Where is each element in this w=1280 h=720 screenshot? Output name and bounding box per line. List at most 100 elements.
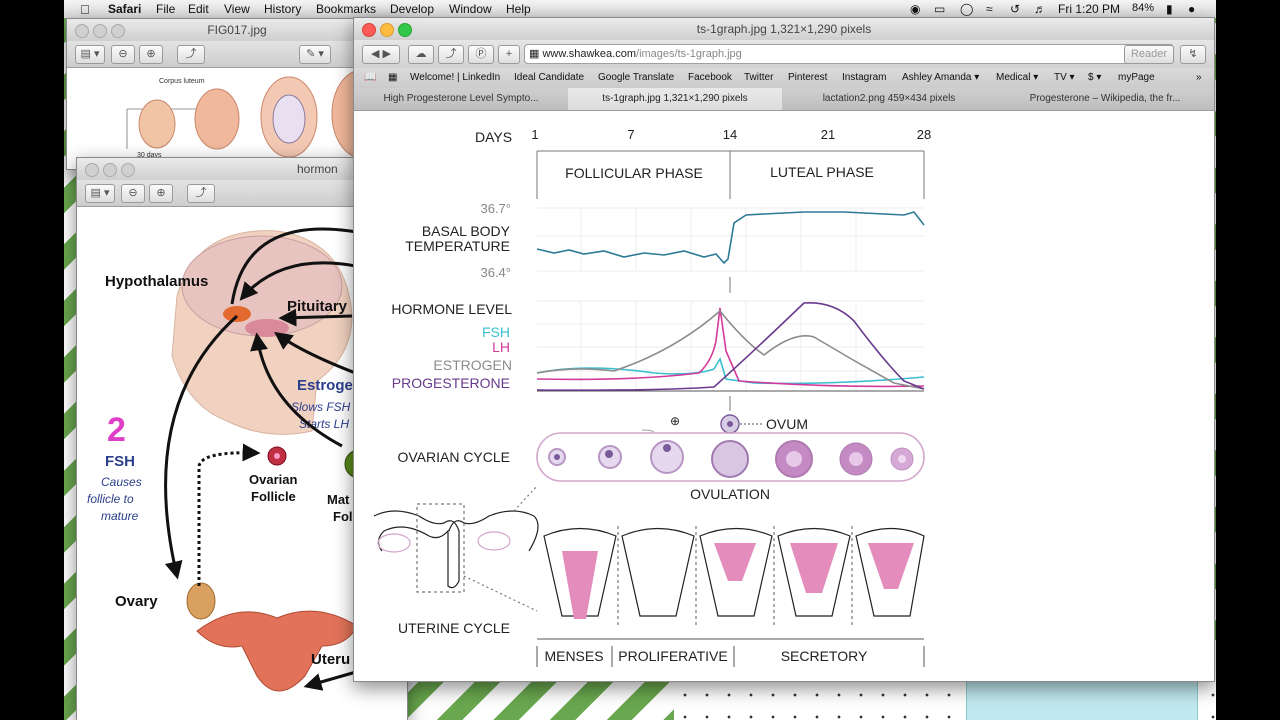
minimize-button[interactable] (380, 23, 394, 37)
top-sites-icon[interactable]: ▦ (388, 72, 397, 83)
secretory-label: SECRETORY (781, 648, 868, 664)
menu-bookmarks[interactable]: Bookmarks (316, 2, 376, 16)
wifi-icon[interactable]: ≈ (986, 2, 993, 16)
share-icon[interactable]: ⤴ (187, 184, 215, 203)
close-button[interactable] (75, 24, 89, 38)
icloud-icon[interactable]: ☁ (408, 45, 434, 64)
sidebar-icon[interactable]: ▤ ▾ (85, 184, 115, 203)
zoom-button[interactable] (121, 163, 135, 177)
menu-help[interactable]: Help (506, 2, 531, 16)
zoom-in-icon[interactable]: ⊕ (139, 45, 163, 64)
menu-edit[interactable]: Edit (188, 2, 209, 16)
new-tab-icon[interactable]: + (498, 45, 520, 64)
tab-progesterone-symptoms[interactable]: High Progesterone Level Sympto... (354, 88, 569, 110)
step-number: 2 (107, 411, 126, 449)
ovulation-label: OVULATION (690, 486, 770, 502)
airplay-icon[interactable]: ▭ (934, 2, 945, 16)
tab-progesterone-wikipedia[interactable]: Progesterone – Wikipedia, the fr... (996, 88, 1214, 110)
record-icon[interactable]: ◉ (910, 2, 920, 16)
bookmark-instagram[interactable]: Instagram (842, 72, 886, 83)
bookmark-dollar[interactable]: $ ▾ (1088, 72, 1101, 83)
follicle-stages (548, 440, 914, 478)
downloads-icon[interactable]: ↯ (1180, 45, 1206, 64)
address-field[interactable]: ▦ www.shawkea.com/images/ts-1graph.jpg ↻ (524, 44, 1174, 64)
share-icon[interactable]: ⤴ (177, 45, 205, 64)
zoom-out-icon[interactable]: ⊖ (121, 184, 145, 203)
site-icon: ▦ (529, 48, 540, 60)
bookmark-tv[interactable]: TV ▾ (1054, 72, 1075, 83)
fsh-line-2: follicle to (87, 492, 134, 506)
ovarian-follicle-label-1: Ovarian (249, 472, 297, 487)
url-path: /images/ts-1graph.jpg (636, 48, 742, 60)
day-tick-21: 21 (821, 127, 835, 142)
uterus-label: Uteru (311, 651, 350, 668)
menu-file[interactable]: File (156, 2, 175, 16)
back-forward-icon[interactable]: ◀ ▶ (362, 45, 400, 64)
zoom-out-icon[interactable]: ⊖ (111, 45, 135, 64)
zoom-button[interactable] (111, 24, 125, 38)
day-tick-14: 14 (723, 127, 737, 142)
share-icon[interactable]: ⤴ (438, 45, 464, 64)
bookmark-mypage[interactable]: myPage (1118, 72, 1155, 83)
bookmark-twitter[interactable]: Twitter (744, 72, 773, 83)
mature-follicle-label-2: Fol (333, 509, 353, 524)
ovary-illustration (186, 582, 216, 620)
arrow-to-pituitary (278, 308, 353, 327)
bookmark-google-translate[interactable]: Google Translate (598, 72, 674, 83)
pinterest-icon[interactable]: Ⓟ (468, 45, 494, 64)
hypothalamus-label: Hypothalamus (105, 273, 208, 290)
proliferative-label: PROLIFERATIVE (618, 648, 727, 664)
tab-bar: High Progesterone Level Sympto... ts-1gr… (354, 88, 1214, 111)
pituitary-highlight (245, 319, 289, 337)
window-titlebar: ts-1graph.jpg 1,321×1,290 pixels (354, 18, 1214, 41)
sidebar-icon[interactable]: ▤ ▾ (75, 45, 105, 64)
battery-percent[interactable]: 84% (1132, 2, 1154, 14)
tab-ts-1graph[interactable]: ts-1graph.jpg 1,321×1,290 pixels (568, 88, 783, 110)
bookmark-pinterest[interactable]: Pinterest (788, 72, 827, 83)
fsh-line-1: Causes (101, 475, 142, 489)
volume-icon[interactable]: ♬ (1034, 2, 1046, 16)
zoom-button[interactable] (398, 23, 412, 37)
menu-app-name[interactable]: Safari (108, 2, 141, 16)
luteal-phase-label: LUTEAL PHASE (770, 164, 874, 180)
bookmark-medical[interactable]: Medical ▾ (996, 72, 1038, 83)
menu-window[interactable]: Window (449, 2, 492, 16)
ovary-label: Ovary (115, 593, 158, 610)
reader-button[interactable]: Reader (1124, 45, 1174, 64)
bookmark-ashley-amanda[interactable]: Ashley Amanda ▾ (902, 72, 979, 83)
legend-lh: LH (492, 339, 510, 355)
close-button[interactable] (85, 163, 99, 177)
annotate-icon[interactable]: ✎ ▾ (299, 45, 331, 64)
minimize-button[interactable] (93, 24, 107, 38)
time-machine-icon[interactable]: ↺ (1010, 2, 1020, 16)
figure-caption-corpus-luteum: Corpus luteum (159, 78, 205, 85)
ovarian-follicle-label-2: Follicle (251, 489, 296, 504)
menses-label: MENSES (544, 648, 603, 664)
zoom-in-icon[interactable]: ⊕ (149, 184, 173, 203)
reading-list-icon[interactable]: 📖 (364, 72, 376, 83)
chat-icon[interactable]: ◯ (960, 2, 973, 16)
mature-follicle-label-1: Mat (327, 492, 350, 507)
url-domain: www.shawkea.com (542, 48, 637, 60)
bookmark-ideal-candidate[interactable]: Ideal Candidate (514, 72, 584, 83)
bookmark-facebook[interactable]: Facebook (688, 72, 732, 83)
days-label: DAYS (475, 129, 512, 145)
estrogen-title: Estroge (297, 377, 353, 394)
page-content: DAYS 1 7 14 21 28 FOLLICULAR PHASE LUTEA… (354, 111, 1214, 681)
apple-icon[interactable]:  (80, 2, 90, 17)
more-bookmarks-icon[interactable]: » (1196, 72, 1202, 83)
follicular-phase-label: FOLLICULAR PHASE (565, 165, 703, 181)
minimize-button[interactable] (103, 163, 117, 177)
close-button[interactable] (362, 23, 376, 37)
menu-view[interactable]: View (224, 2, 250, 16)
window-title: hormon (297, 162, 338, 176)
tab-lactation2[interactable]: lactation2.png 459×434 pixels (782, 88, 997, 110)
hypothalamus-highlight (223, 306, 251, 322)
menu-history[interactable]: History (264, 2, 301, 16)
user-icon[interactable]: ● (1188, 2, 1195, 16)
battery-icon[interactable]: ▮ (1166, 2, 1173, 16)
menu-develop[interactable]: Develop (390, 2, 434, 16)
bookmark-linkedin[interactable]: Welcome! | LinkedIn (410, 72, 500, 83)
menu-clock[interactable]: Fri 1:20 PM (1058, 2, 1120, 16)
fsh-title: FSH (105, 453, 135, 470)
